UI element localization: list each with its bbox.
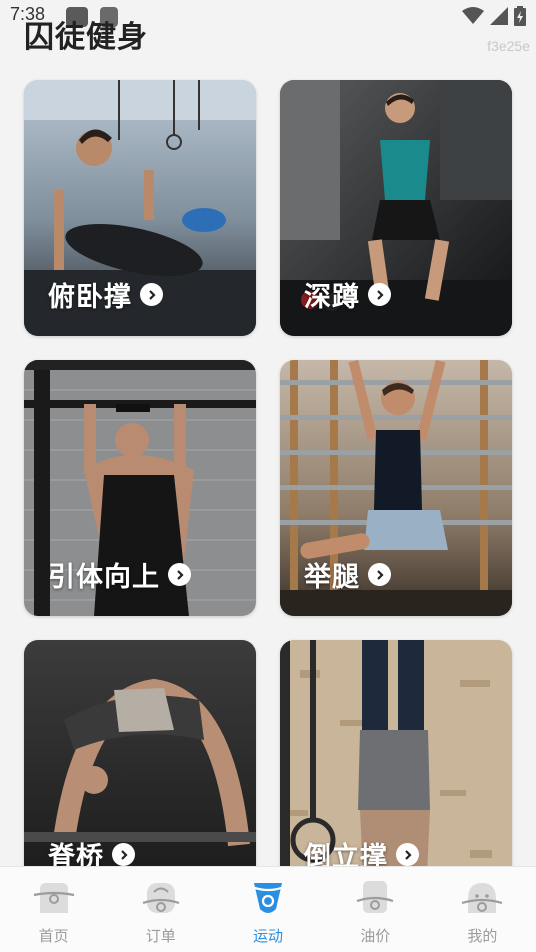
exercise-label: 举腿: [304, 555, 391, 594]
profile-icon: [462, 883, 503, 913]
wifi-icon: [462, 7, 484, 24]
tab-label: 运动: [253, 927, 284, 945]
chevron-right-icon: [396, 843, 419, 866]
page-title: 囚徒健身: [24, 20, 148, 55]
exercise-name: 举腿: [304, 562, 360, 593]
tab-home[interactable]: 首页: [0, 867, 107, 952]
app-screen: 7:38 囚徒健身 f3e25e 俯卧撑 深蹲 引体向上 举腿 脊桥 倒立撑 首…: [0, 0, 536, 952]
tab-profile[interactable]: 我的: [429, 867, 536, 952]
order-icon: [142, 883, 180, 913]
exercise-card-pushup[interactable]: 俯卧撑: [24, 80, 256, 336]
chevron-right-icon: [112, 843, 135, 866]
tab-label: 我的: [467, 927, 498, 945]
fuel-icon: [356, 881, 394, 913]
sport-icon: [251, 883, 285, 913]
tab-label: 油价: [360, 927, 391, 945]
chevron-right-icon: [168, 563, 191, 586]
chevron-right-icon: [140, 283, 163, 306]
chevron-right-icon: [368, 563, 391, 586]
battery-icon: [514, 6, 526, 26]
bottom-tab-bar: 首页 订单 运动 油价 我的: [0, 866, 536, 952]
status-indicators: [462, 6, 526, 26]
exercise-name: 引体向上: [48, 562, 160, 593]
exercise-card-squat[interactable]: 深蹲: [280, 80, 512, 336]
tab-fuel-price[interactable]: 油价: [322, 867, 429, 952]
exercise-card-pullup[interactable]: 引体向上: [24, 360, 256, 616]
exercise-card-bridge[interactable]: 脊桥: [24, 640, 256, 896]
exercise-card-legraise[interactable]: 举腿: [280, 360, 512, 616]
exercise-card-handstand[interactable]: 倒立撑: [280, 640, 512, 896]
tab-orders[interactable]: 订单: [107, 867, 214, 952]
exercise-name: 俯卧撑: [48, 282, 132, 313]
signal-icon: [490, 7, 508, 25]
tab-label: 首页: [38, 927, 69, 945]
exercise-label: 深蹲: [304, 275, 391, 314]
tab-label: 订单: [145, 927, 176, 945]
home-icon: [33, 883, 74, 913]
build-tag: f3e25e: [487, 38, 530, 54]
exercise-label: 引体向上: [48, 555, 191, 594]
tab-sport[interactable]: 运动: [214, 867, 321, 952]
exercise-name: 深蹲: [304, 282, 360, 313]
chevron-right-icon: [368, 283, 391, 306]
exercise-label: 俯卧撑: [48, 275, 163, 314]
